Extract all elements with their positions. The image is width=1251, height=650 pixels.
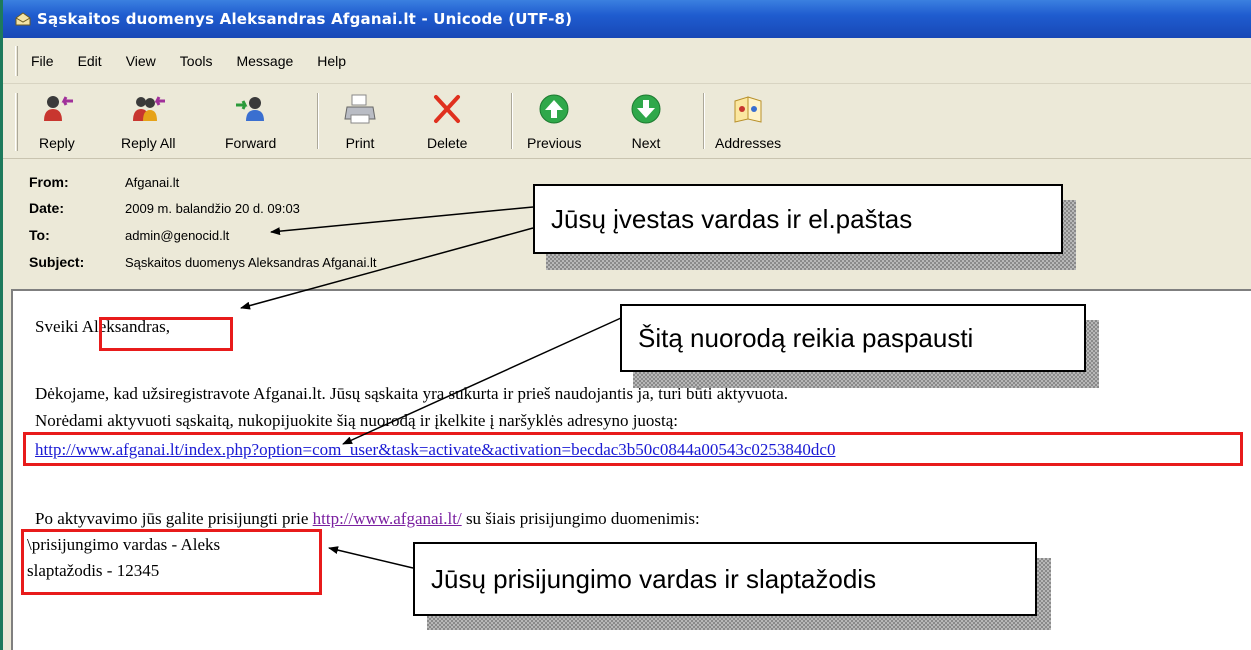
- to-label: To:: [29, 227, 50, 243]
- line-3-prefix: Po aktyvavimo jūs galite prisijungti pri…: [35, 509, 313, 528]
- from-label: From:: [29, 174, 69, 190]
- addresses-label: Addresses: [715, 135, 782, 151]
- menu-file[interactable]: File: [31, 53, 54, 69]
- to-value[interactable]: admin@genocid.lt: [125, 228, 229, 243]
- site-link[interactable]: http://www.afganai.lt/: [313, 509, 462, 528]
- arrow-down-icon: [631, 94, 661, 124]
- subject-row: Subject: Sąskaitos duomenys Aleksandras …: [29, 250, 376, 274]
- line-3-suffix: su šiais prisijungimo duomenimis:: [461, 509, 700, 528]
- next-button[interactable]: Next: [629, 89, 663, 155]
- activation-link-highlight: [23, 432, 1243, 466]
- menu-view[interactable]: View: [126, 53, 156, 69]
- date-row: Date: 2009 m. balandžio 20 d. 09:03: [29, 196, 300, 220]
- reply-icon: [43, 96, 73, 121]
- window-title: Sąskaitos duomenys Aleksandras Afganai.l…: [37, 10, 573, 28]
- callout-name-email: Jūsų įvestas vardas ir el.paštas: [533, 184, 1063, 254]
- toolbar-separator: [703, 93, 705, 149]
- title-bar[interactable]: Sąskaitos duomenys Aleksandras Afganai.l…: [3, 0, 1251, 38]
- menu-grip[interactable]: [15, 46, 18, 76]
- callout-credentials-text: Jūsų prisijungimo vardas ir slaptažodis: [431, 563, 877, 594]
- reply-button[interactable]: Reply: [39, 89, 75, 155]
- envelope-icon: [15, 12, 31, 26]
- toolbar-separator: [511, 93, 513, 149]
- toolbar: Reply Reply All Forward Print Delete Pre…: [3, 85, 1251, 159]
- delete-button[interactable]: Delete: [427, 89, 467, 155]
- addresses-button[interactable]: Addresses: [715, 89, 781, 155]
- delete-x-icon: [434, 95, 461, 123]
- date-value: 2009 m. balandžio 20 d. 09:03: [125, 200, 300, 216]
- printer-icon: [344, 94, 376, 124]
- subject-label: Subject:: [29, 254, 85, 270]
- credentials-highlight: [21, 529, 322, 595]
- address-book-icon: [734, 96, 762, 123]
- greeting-prefix: Sveiki: [35, 317, 82, 336]
- callout-name-email-text: Jūsų įvestas vardas ir el.paštas: [551, 203, 913, 234]
- print-label: Print: [345, 135, 375, 151]
- body-line-2: Norėdami aktyvuoti sąskaitą, nukopijuoki…: [35, 411, 679, 430]
- previous-label: Previous: [527, 135, 582, 151]
- reply-label: Reply: [39, 135, 75, 151]
- print-button[interactable]: Print: [343, 89, 377, 155]
- date-label: Date:: [29, 200, 65, 216]
- delete-label: Delete: [427, 135, 468, 151]
- to-row: To: admin@genocid.lt: [29, 223, 229, 247]
- arrow-up-icon: [539, 94, 569, 124]
- reply-all-button[interactable]: Reply All: [121, 89, 175, 155]
- from-value: Afganai.lt: [125, 174, 180, 190]
- previous-button[interactable]: Previous: [527, 89, 581, 155]
- toolbar-grip[interactable]: [15, 93, 18, 151]
- body-line-3: Po aktyvavimo jūs galite prisijungti pri…: [35, 509, 700, 529]
- next-label: Next: [631, 135, 661, 151]
- callout-link: Šitą nuorodą reikia paspausti: [620, 304, 1086, 372]
- from-row: From: Afganai.lt: [29, 170, 179, 194]
- menu-tools[interactable]: Tools: [180, 53, 213, 69]
- callout-link-text: Šitą nuorodą reikia paspausti: [638, 322, 974, 353]
- reply-all-label: Reply All: [121, 135, 176, 151]
- callout-credentials: Jūsų prisijungimo vardas ir slaptažodis: [413, 542, 1037, 616]
- subject-value: Sąskaitos duomenys Aleksandras Afganai.l…: [125, 254, 377, 270]
- menu-bar: File Edit View Tools Message Help: [3, 38, 1251, 84]
- forward-button[interactable]: Forward: [225, 89, 276, 155]
- menu-message[interactable]: Message: [236, 53, 293, 69]
- menu-edit[interactable]: Edit: [78, 53, 102, 69]
- toolbar-separator: [317, 93, 319, 149]
- forward-icon: [235, 97, 264, 121]
- menu-help[interactable]: Help: [317, 53, 346, 69]
- greeting-name-highlight: [99, 317, 233, 351]
- email-window: Sąskaitos duomenys Aleksandras Afganai.l…: [0, 0, 1251, 650]
- reply-all-icon: [133, 96, 166, 121]
- forward-label: Forward: [225, 135, 277, 151]
